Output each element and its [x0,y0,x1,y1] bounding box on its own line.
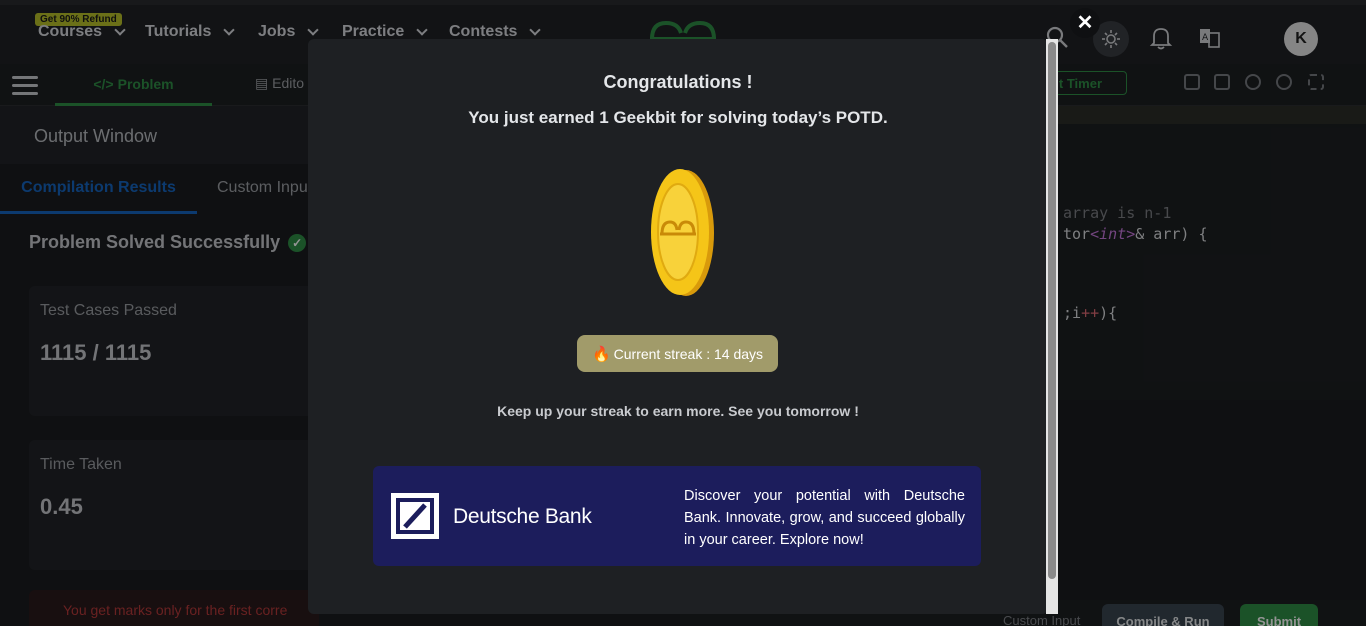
streak-text: Current streak : 14 days [613,345,764,362]
deutsche-bank-ad[interactable]: Deutsche Bank Discover your potential wi… [373,466,981,566]
modal-scrollbar-thumb[interactable] [1048,42,1056,579]
close-button[interactable]: ✕ [1070,8,1100,38]
modal-subtitle: You just earned 1 Geekbit for solving to… [468,108,888,127]
geekbit-coin-icon [651,169,714,296]
keep-up-message: Keep up your streak to earn more. See yo… [497,403,859,419]
modal-title: Congratulations ! [603,72,753,92]
streak-badge: 🔥 Current streak : 14 days [577,335,778,372]
deutsche-bank-logo-icon [391,493,439,539]
page: Get 90% Refund Courses Tutorials Jobs Pr… [0,0,1366,626]
ad-text: Discover your potential with Deutsche Ba… [684,488,965,548]
ad-brand: Deutsche Bank [453,505,592,528]
fire-icon: 🔥 [591,345,611,363]
